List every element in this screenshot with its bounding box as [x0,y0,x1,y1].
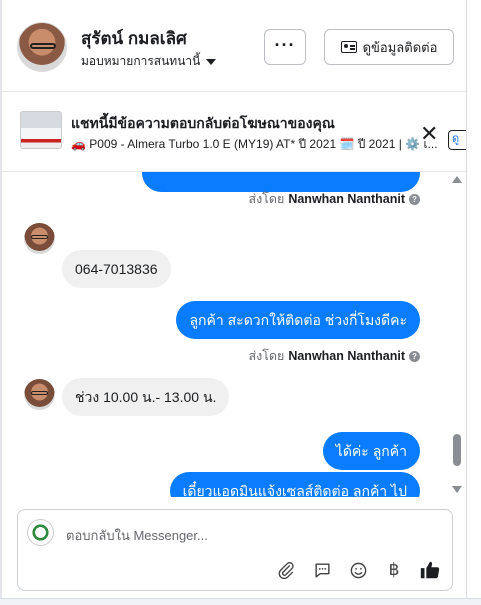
view-contact-info-label: ดูข้อมูลติดต่อ [362,39,438,55]
contact-avatar[interactable] [17,22,67,72]
ad-banner-title: แชทนี้มีข้อความตอบกลับต่อโฆษณาของคุณ [71,115,335,131]
sent-by-label: ส่งโดย Nanwhan Nanthanit ? [248,189,420,209]
outgoing-message[interactable]: ลูกค้า สะดวกให้ติดต่อ ช่วงกี่โมงดีคะ [176,301,420,339]
baht-icon[interactable]: ฿ [382,558,406,582]
view-contact-info-button[interactable]: ดูข้อมูลติดต่อ [324,29,454,65]
outgoing-message[interactable]: ได้ค่ะ ลูกค้า [322,432,420,470]
chevron-down-icon [206,58,217,65]
reply-input[interactable]: ตอบกลับใน Messenger... [66,525,208,546]
reply-composer[interactable]: ตอบกลับใน Messenger... ฿ [17,509,453,591]
more-options-button[interactable]: ··· [264,29,306,65]
assign-label: มอบหมายการสนทนานี้ [81,54,201,68]
page-logo-avatar [27,519,54,546]
smiley-icon[interactable] [346,558,370,582]
thumbs-up-icon[interactable] [418,558,442,582]
chat-bubble-icon[interactable] [310,558,334,582]
messenger-conversation-panel: สุรัตน์ กมลเลิศ มอบหมายการสนทนานี้ ··· ด… [0,0,481,605]
ad-car-thumbnail [20,111,62,149]
scroll-up-arrow[interactable] [452,176,462,183]
composer-toolbar: ฿ [274,558,442,582]
ad-banner-details: 🚗 P009 - Almera Turbo 1.0 E (MY19) AT* ป… [71,137,438,151]
contact-avatar-small [24,223,55,254]
incoming-message[interactable]: ช่วง 10.00 น.- 13.00 น. [62,378,230,416]
info-icon[interactable]: ? [409,350,420,362]
incoming-message[interactable]: 064-7013836 [62,250,171,288]
ad-reply-banner: แชทนี้มีข้อความตอบกลับต่อโฆษณาของคุณ 🚗 P… [2,92,470,172]
outgoing-message[interactable]: เดี๋ยวแอดมินแจ้งเซลส์ติดต่อ ลูกค้า ไป [169,472,420,497]
contact-name[interactable]: สุรัตน์ กมลเลิศ [81,25,187,52]
message-thread: ส่งโดย Nanwhan Nanthanit ? 064-7013836 ล… [2,172,466,497]
contact-card-icon [340,41,357,53]
sender-name: Nanwhan Nanthanit [288,349,405,363]
sent-by-label: ส่งโดย Nanwhan Nanthanit ? [248,346,420,366]
close-icon[interactable]: ✕ [420,123,438,145]
assign-conversation-dropdown[interactable]: มอบหมายการสนทนานี้ [81,52,217,71]
sender-name: Nanwhan Nanthanit [288,192,405,206]
sent-by-prefix: ส่งโดย [248,349,285,363]
bottom-divider [0,598,481,605]
paperclip-icon[interactable] [274,558,298,582]
scroll-down-arrow[interactable] [452,486,462,493]
right-panel-divider [466,0,481,605]
contact-avatar-small [24,379,55,410]
info-icon[interactable]: ? [409,193,420,205]
conversation-header: สุรัตน์ กมลเลิศ มอบหมายการสนทนานี้ ··· ด… [2,0,466,92]
scrollbar-thumb[interactable] [453,434,461,466]
sent-by-prefix: ส่งโดย [248,192,285,206]
